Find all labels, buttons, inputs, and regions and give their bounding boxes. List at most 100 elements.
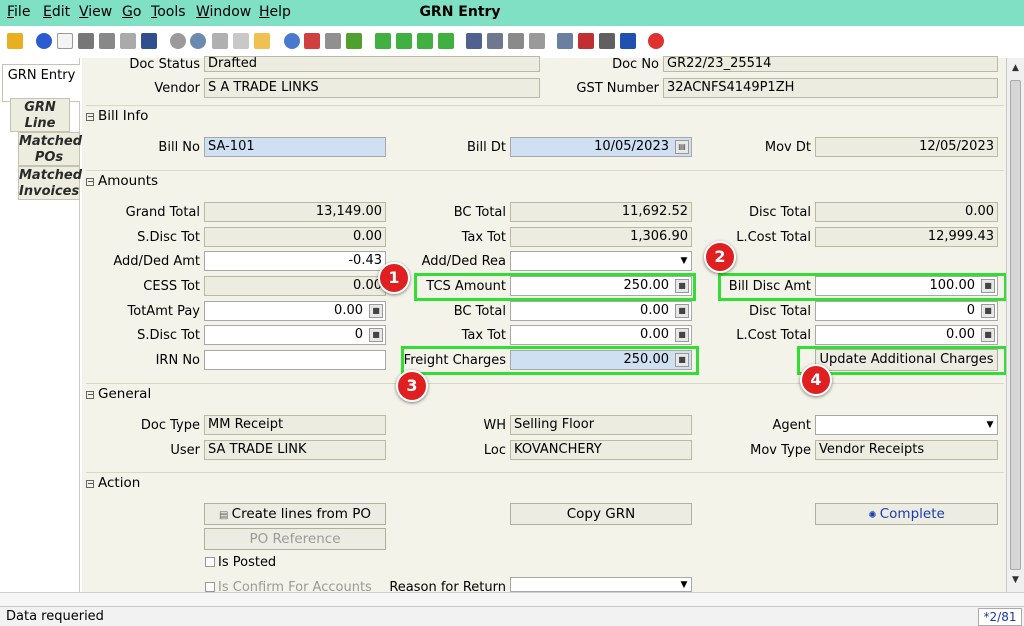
- totamt-pay-field[interactable]: 0.00 ■: [204, 301, 386, 321]
- scroll-down-icon[interactable]: ▼: [1010, 574, 1021, 586]
- tab-matched-invoices[interactable]: Matched Invoices: [18, 166, 82, 200]
- delete-icon[interactable]: [99, 33, 115, 49]
- find-icon[interactable]: [190, 33, 206, 49]
- calendar-icon[interactable]: ▤: [675, 140, 689, 154]
- mov-type-field[interactable]: Vendor Receipts: [815, 440, 998, 460]
- bill-no-label: Bill No: [158, 140, 200, 155]
- s-disc-tot2-field[interactable]: 0 ■: [204, 325, 386, 345]
- section-amounts[interactable]: − Amounts: [86, 170, 1004, 190]
- record-counter[interactable]: *2/81: [978, 608, 1022, 626]
- doc-status-field[interactable]: Drafted: [204, 56, 540, 72]
- undo-icon[interactable]: [7, 33, 23, 49]
- help-icon[interactable]: [36, 33, 52, 49]
- doc-type-field[interactable]: MM Receipt: [204, 415, 386, 435]
- last-record-icon[interactable]: [438, 33, 454, 49]
- refresh-icon[interactable]: [170, 33, 186, 49]
- workflow-icon[interactable]: [578, 33, 594, 49]
- grid-toggle-icon[interactable]: [254, 33, 270, 49]
- delete-selection-icon[interactable]: [120, 33, 136, 49]
- add-ded-rea-select[interactable]: ▼: [510, 251, 692, 271]
- doc-no-label: Doc No: [612, 57, 659, 72]
- chevron-down-icon[interactable]: ▼: [678, 254, 690, 268]
- history-icon[interactable]: [284, 33, 300, 49]
- copy-record-icon[interactable]: [78, 33, 94, 49]
- scroll-thumb[interactable]: [1010, 80, 1021, 570]
- next-record-icon[interactable]: [417, 33, 433, 49]
- new-record-icon[interactable]: [57, 33, 73, 49]
- vertical-scrollbar[interactable]: ▲ ▼: [1006, 58, 1024, 592]
- is-confirm-label: Is Confirm For Accounts: [218, 580, 372, 592]
- bill-dt-value: 10/05/2023: [594, 139, 669, 154]
- disc-total2-field[interactable]: 0 ■: [815, 301, 998, 321]
- irn-no-label: IRN No: [155, 353, 200, 368]
- doc-no-field[interactable]: GR22/23_25514: [663, 56, 998, 72]
- section-action[interactable]: − Action: [86, 472, 1004, 492]
- gst-number-field[interactable]: 32ACNFS4149P1ZH: [663, 78, 998, 98]
- loc-field[interactable]: KOVANCHERY: [510, 440, 692, 460]
- po-reference-button[interactable]: PO Reference: [204, 528, 386, 550]
- mov-dt-field[interactable]: 12/05/2023: [815, 137, 998, 157]
- first-record-icon[interactable]: [375, 33, 391, 49]
- l-cost-total2-field[interactable]: 0.00 ■: [815, 325, 998, 345]
- disc-total-field[interactable]: 0.00: [815, 202, 998, 222]
- chevron-down-icon[interactable]: ▼: [678, 578, 690, 591]
- l-cost-total2-label: L.Cost Total: [736, 328, 811, 343]
- previous-record-icon[interactable]: [396, 33, 412, 49]
- request-icon[interactable]: [599, 33, 615, 49]
- chat-icon[interactable]: [233, 33, 249, 49]
- add-ded-amt-field[interactable]: -0.43: [204, 251, 386, 271]
- tab-grn-line[interactable]: GRN Line: [10, 98, 70, 132]
- calculator-icon[interactable]: ■: [369, 328, 383, 342]
- l-cost-total-field[interactable]: 12,999.43: [815, 227, 998, 247]
- tax-tot2-field[interactable]: 0.00 ■: [510, 325, 692, 345]
- tax-tot2-value: 0.00: [640, 327, 669, 342]
- calculator-icon[interactable]: ■: [675, 328, 689, 342]
- print-preview-icon[interactable]: [508, 33, 524, 49]
- attachment-icon[interactable]: [212, 33, 228, 49]
- bill-no-field[interactable]: SA-101: [204, 137, 386, 157]
- forward-icon[interactable]: [346, 33, 362, 49]
- back-icon[interactable]: [325, 33, 341, 49]
- complete-button[interactable]: ✺ Complete: [815, 503, 998, 525]
- calculator-icon[interactable]: ■: [369, 304, 383, 318]
- section-general[interactable]: − General: [86, 383, 1004, 403]
- cess-tot-field[interactable]: 0.00: [204, 276, 386, 296]
- product-info-icon[interactable]: [620, 33, 636, 49]
- zoom-across-icon[interactable]: [557, 33, 573, 49]
- save-icon[interactable]: [141, 33, 157, 49]
- scroll-up-icon[interactable]: ▲: [1010, 62, 1021, 74]
- callout-badge-3: 3: [396, 370, 428, 402]
- bc-total-field[interactable]: 11,692.52: [510, 202, 692, 222]
- wh-field[interactable]: Selling Floor: [510, 415, 692, 435]
- section-bill-info[interactable]: − Bill Info: [86, 105, 1004, 125]
- vendor-field[interactable]: S A TRADE LINKS: [204, 78, 540, 98]
- tab-grn-entry[interactable]: GRN Entry: [2, 64, 80, 102]
- agent-select[interactable]: ▼: [815, 415, 998, 435]
- is-confirm-checkbox[interactable]: [205, 582, 215, 592]
- document-icon: ▤: [219, 510, 232, 521]
- highlight-tcs-amount: [414, 273, 696, 301]
- copy-grn-button[interactable]: Copy GRN: [510, 503, 692, 525]
- horizontal-scrollbar[interactable]: [0, 592, 1024, 606]
- s-disc-tot2-label: S.Disc Tot: [137, 328, 200, 343]
- tab-matched-pos[interactable]: Matched POs: [18, 132, 82, 166]
- create-lines-from-po-button[interactable]: ▤ Create lines from PO: [204, 503, 386, 525]
- grand-total-field[interactable]: 13,149.00: [204, 202, 386, 222]
- tax-tot-field[interactable]: 1,306.90: [510, 227, 692, 247]
- chevron-down-icon[interactable]: ▼: [984, 418, 996, 432]
- s-disc-tot-field[interactable]: 0.00: [204, 227, 386, 247]
- bill-dt-field[interactable]: 10/05/2023 ▤: [510, 137, 692, 157]
- archive-icon[interactable]: [487, 33, 503, 49]
- is-posted-checkbox[interactable]: [205, 557, 215, 567]
- home-icon[interactable]: [304, 33, 320, 49]
- report-icon[interactable]: [466, 33, 482, 49]
- print-icon[interactable]: [529, 33, 545, 49]
- calculator-icon[interactable]: ■: [981, 304, 995, 318]
- close-icon[interactable]: [648, 33, 664, 49]
- calculator-icon[interactable]: ■: [675, 304, 689, 318]
- calculator-icon[interactable]: ■: [981, 328, 995, 342]
- bc-total2-field[interactable]: 0.00 ■: [510, 301, 692, 321]
- user-field[interactable]: SA TRADE LINK: [204, 440, 386, 460]
- reason-for-return-select[interactable]: ▼: [510, 577, 692, 592]
- irn-no-field[interactable]: [204, 350, 386, 370]
